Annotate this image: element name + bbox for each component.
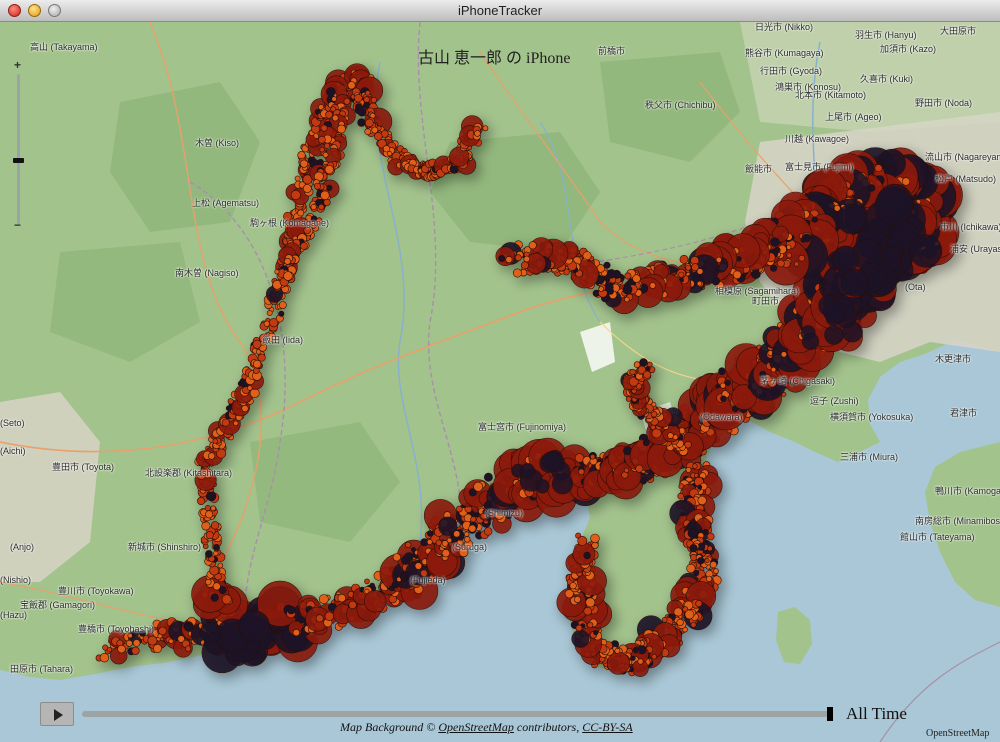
window-titlebar: iPhoneTracker xyxy=(0,0,1000,22)
location-point xyxy=(168,638,174,644)
location-point xyxy=(117,644,126,654)
location-point xyxy=(102,644,109,651)
location-point xyxy=(184,623,193,632)
location-point xyxy=(153,643,163,653)
map-view[interactable]: 古山 恵一郎 の iPhone 高山 (Takayama) 日光市 (Nikko… xyxy=(0,22,1000,742)
location-point xyxy=(287,605,296,615)
location-point xyxy=(185,645,192,652)
location-point xyxy=(132,639,141,647)
location-point xyxy=(158,626,167,636)
location-point xyxy=(125,639,133,647)
location-point xyxy=(99,652,110,663)
location-point xyxy=(292,628,300,637)
window-title: iPhoneTracker xyxy=(457,3,543,18)
location-point xyxy=(131,646,140,655)
